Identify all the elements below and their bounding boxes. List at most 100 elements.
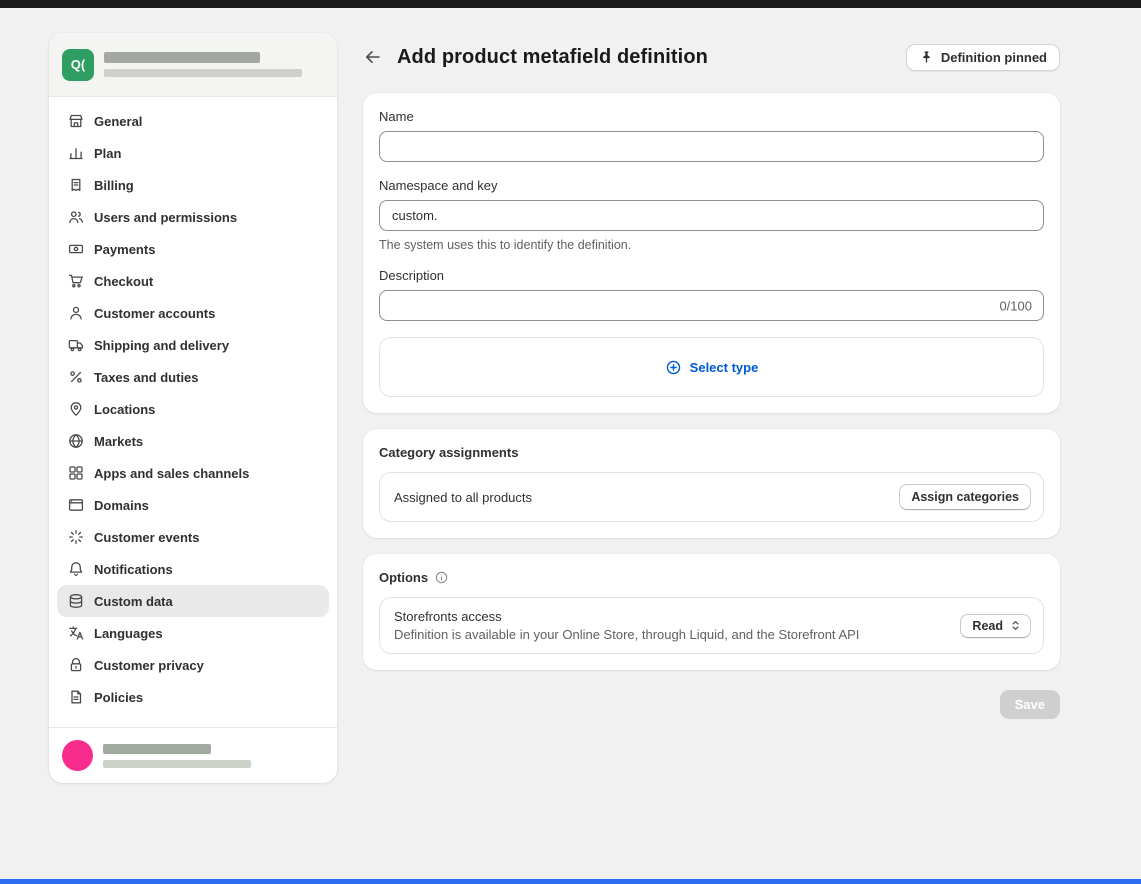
sidebar-item-label: Customer events: [94, 530, 199, 545]
sidebar-item-payments[interactable]: Payments: [57, 233, 329, 265]
save-button[interactable]: Save: [1000, 690, 1060, 719]
sidebar-item-label: Payments: [94, 242, 155, 257]
description-field-group: Description 0/100: [379, 268, 1044, 321]
percent-icon: [67, 368, 85, 386]
sidebar-item-shipping-and-delivery[interactable]: Shipping and delivery: [57, 329, 329, 361]
save-row: Save: [363, 690, 1060, 719]
sidebar-item-languages[interactable]: Languages: [57, 617, 329, 649]
storefronts-access-title: Storefronts access: [394, 609, 859, 624]
settings-sidebar: Q( General Plan Billing Users and permissio…: [49, 33, 337, 783]
description-input[interactable]: [379, 290, 1044, 321]
person-icon: [67, 304, 85, 322]
sidebar-item-plan[interactable]: Plan: [57, 137, 329, 169]
users-icon: [67, 208, 85, 226]
database-icon: [67, 592, 85, 610]
lock-icon: [67, 656, 85, 674]
storefronts-access-description: Definition is available in your Online S…: [394, 627, 859, 642]
storefronts-access-value: Read: [972, 619, 1003, 633]
assign-categories-button[interactable]: Assign categories: [899, 484, 1031, 510]
sidebar-item-label: Checkout: [94, 274, 153, 289]
options-card: Options Storefronts access Definition is…: [363, 554, 1060, 670]
sidebar-item-locations[interactable]: Locations: [57, 393, 329, 425]
definition-form-card: Name Namespace and key The system uses t…: [363, 93, 1060, 413]
translate-icon: [67, 624, 85, 642]
sidebar-item-checkout[interactable]: Checkout: [57, 265, 329, 297]
description-label: Description: [379, 268, 1044, 283]
options-heading-row: Options: [379, 570, 1044, 585]
namespace-help-text: The system uses this to identify the def…: [379, 238, 1044, 252]
sidebar-item-label: Locations: [94, 402, 155, 417]
sidebar-item-label: Plan: [94, 146, 121, 161]
sidebar-item-custom-data[interactable]: Custom data: [57, 585, 329, 617]
sidebar-item-label: Policies: [94, 690, 143, 705]
pin-icon: [919, 50, 934, 65]
sidebar-item-markets[interactable]: Markets: [57, 425, 329, 457]
namespace-input[interactable]: [379, 200, 1044, 231]
select-type-box: Select type: [379, 337, 1044, 397]
sidebar-item-apps-and-sales-channels[interactable]: Apps and sales channels: [57, 457, 329, 489]
user-email-redacted: [103, 760, 251, 768]
apps-grid-icon: [67, 464, 85, 482]
user-footer[interactable]: [49, 727, 337, 783]
options-heading: Options: [379, 570, 428, 585]
bottom-progress-bar: [0, 879, 1141, 884]
receipt-icon: [67, 176, 85, 194]
sidebar-item-label: Billing: [94, 178, 134, 193]
sidebar-item-label: Notifications: [94, 562, 173, 577]
sidebar-item-billing[interactable]: Billing: [57, 169, 329, 201]
assigned-text: Assigned to all products: [394, 490, 532, 505]
category-assignment-row: Assigned to all products Assign categori…: [379, 472, 1044, 522]
updown-chevron-icon: [1009, 619, 1022, 632]
definition-pinned-label: Definition pinned: [941, 50, 1047, 65]
sidebar-item-label: General: [94, 114, 142, 129]
sidebar-item-users-and-permissions[interactable]: Users and permissions: [57, 201, 329, 233]
sidebar-item-notifications[interactable]: Notifications: [57, 553, 329, 585]
sidebar-item-customer-events[interactable]: Customer events: [57, 521, 329, 553]
arrow-left-icon: [363, 47, 383, 67]
user-name-redacted: [103, 744, 211, 754]
category-assignments-heading: Category assignments: [379, 445, 1044, 460]
namespace-label: Namespace and key: [379, 178, 1044, 193]
chart-icon: [67, 144, 85, 162]
definition-pinned-button[interactable]: Definition pinned: [906, 44, 1060, 71]
truck-icon: [67, 336, 85, 354]
store-avatar: Q(: [62, 49, 94, 81]
store-name-redacted: [104, 52, 260, 63]
storefronts-access-text: Storefronts access Definition is availab…: [394, 609, 859, 642]
globe-icon: [67, 432, 85, 450]
user-identity: [103, 744, 251, 768]
plus-circle-icon: [665, 359, 682, 376]
map-pin-icon: [67, 400, 85, 418]
user-avatar: [62, 740, 93, 771]
info-icon[interactable]: [434, 570, 449, 585]
sidebar-item-customer-accounts[interactable]: Customer accounts: [57, 297, 329, 329]
sidebar-item-customer-privacy[interactable]: Customer privacy: [57, 649, 329, 681]
burst-icon: [67, 528, 85, 546]
store-identity: [104, 52, 302, 77]
storefronts-access-select[interactable]: Read: [960, 614, 1031, 638]
store-icon: [67, 112, 85, 130]
cart-icon: [67, 272, 85, 290]
sidebar-item-label: Domains: [94, 498, 149, 513]
namespace-field-group: Namespace and key The system uses this t…: [379, 178, 1044, 252]
sidebar-item-label: Markets: [94, 434, 143, 449]
sidebar-item-taxes-and-duties[interactable]: Taxes and duties: [57, 361, 329, 393]
select-type-button[interactable]: Select type: [665, 359, 759, 376]
sidebar-nav: General Plan Billing Users and permissions P…: [49, 97, 337, 727]
category-assignments-card: Category assignments Assigned to all pro…: [363, 429, 1060, 538]
store-url-redacted: [104, 69, 302, 77]
store-header[interactable]: Q(: [49, 33, 337, 97]
sidebar-item-label: Apps and sales channels: [94, 466, 249, 481]
page-header: Add product metafield definition Definit…: [363, 42, 1060, 72]
back-button[interactable]: [363, 47, 383, 67]
sidebar-item-domains[interactable]: Domains: [57, 489, 329, 521]
name-input[interactable]: [379, 131, 1044, 162]
sidebar-item-label: Customer privacy: [94, 658, 204, 673]
window-top-bar: [0, 0, 1141, 8]
sidebar-item-policies[interactable]: Policies: [57, 681, 329, 713]
sidebar-item-label: Shipping and delivery: [94, 338, 229, 353]
sidebar-item-general[interactable]: General: [57, 105, 329, 137]
payments-icon: [67, 240, 85, 258]
sidebar-item-label: Custom data: [94, 594, 173, 609]
storefronts-access-row: Storefronts access Definition is availab…: [379, 597, 1044, 654]
